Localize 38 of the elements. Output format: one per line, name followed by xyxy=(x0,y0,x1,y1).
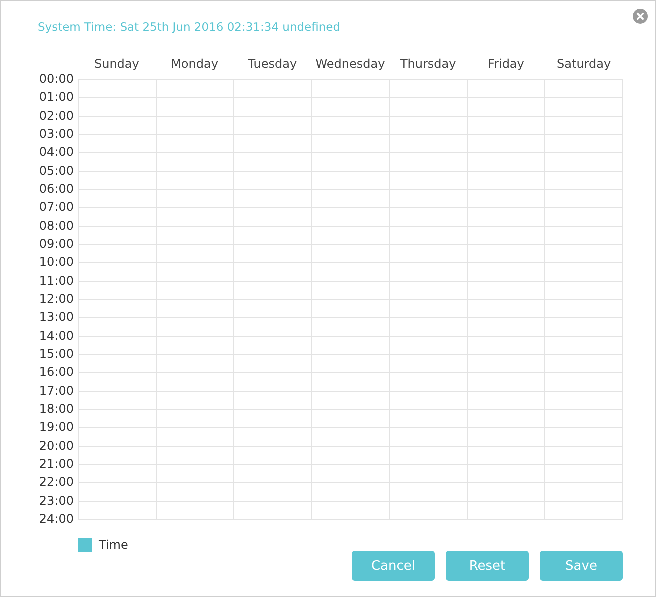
day-heading: Monday xyxy=(171,56,218,72)
hour-label: 13:00 xyxy=(39,309,74,326)
reset-button[interactable]: Reset xyxy=(446,551,529,582)
hour-label: 22:00 xyxy=(39,474,74,492)
hour-label: 15:00 xyxy=(39,346,74,363)
hour-label: 06:00 xyxy=(39,180,74,198)
hour-label: 17:00 xyxy=(39,382,74,400)
cancel-button[interactable]: Cancel xyxy=(352,551,435,582)
day-heading: Tuesday xyxy=(248,56,298,72)
day-heading: Wednesday xyxy=(316,56,386,72)
hour-label: 05:00 xyxy=(39,162,74,180)
hour-label: 18:00 xyxy=(39,400,74,418)
hour-label: 09:00 xyxy=(39,236,74,253)
day-heading: Thursday xyxy=(400,56,456,72)
hour-label: 24:00 xyxy=(39,510,74,528)
hour-label: 08:00 xyxy=(39,218,74,235)
hour-label: 03:00 xyxy=(39,126,74,143)
hour-label: 23:00 xyxy=(39,492,74,510)
legend-label: Time xyxy=(99,538,128,552)
day-heading: Saturday xyxy=(557,56,612,72)
hour-label: 20:00 xyxy=(39,438,74,455)
hour-label: 00:00 xyxy=(39,71,74,88)
hour-label: 14:00 xyxy=(39,328,74,345)
hour-label: 10:00 xyxy=(39,254,74,272)
hour-label: 07:00 xyxy=(39,199,74,216)
day-heading: Sunday xyxy=(94,56,140,72)
close-icon[interactable] xyxy=(633,9,648,24)
hour-label: 11:00 xyxy=(39,272,74,290)
hour-label: 01:00 xyxy=(39,89,74,106)
system-time: System Time: Sat 25th Jun 2016 02:31:34 undefined xyxy=(38,19,341,35)
hour-label: 12:00 xyxy=(39,290,74,308)
hour-label: 02:00 xyxy=(39,108,74,125)
hour-label: 19:00 xyxy=(39,419,74,436)
hour-label: 16:00 xyxy=(39,364,74,382)
save-button[interactable]: Save xyxy=(540,551,623,582)
day-heading: Friday xyxy=(488,56,524,72)
hour-label: 04:00 xyxy=(39,144,74,162)
hour-label: 21:00 xyxy=(39,456,74,473)
